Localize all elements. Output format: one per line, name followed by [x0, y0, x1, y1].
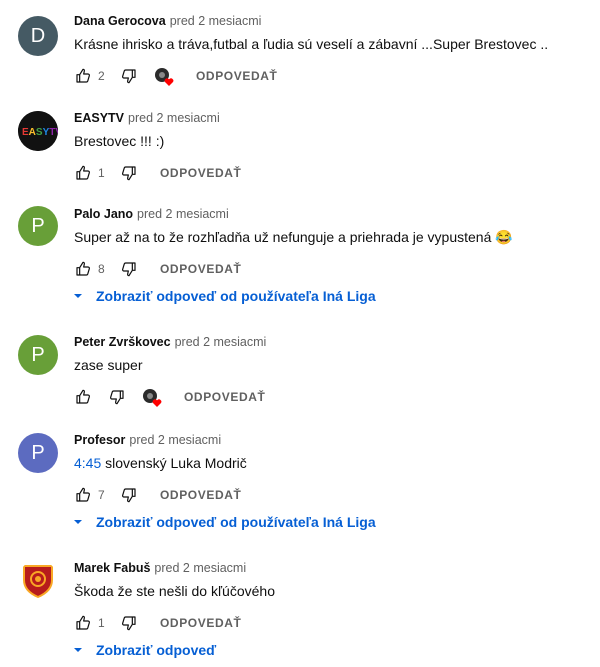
thumb-down-icon[interactable] — [120, 260, 138, 278]
thumb-down-icon[interactable] — [108, 388, 126, 406]
comment-header: Palo Jano pred 2 mesiacmi — [74, 207, 229, 221]
avatar[interactable]: D — [18, 16, 58, 56]
view-replies-label: Zobraziť odpoveď od používateľa Iná Liga — [96, 514, 376, 530]
view-replies-label: Zobraziť odpoveď od používateľa Iná Liga — [96, 288, 376, 304]
thumb-up-icon[interactable] — [74, 260, 92, 278]
comment-time[interactable]: pred 2 mesiacmi — [129, 433, 221, 447]
comment-text: Škoda že ste nešli do kľúčového — [74, 583, 275, 599]
comment-toolbar: ODPOVEDAŤ — [74, 387, 265, 407]
comment-toolbar: 2 ODPOVEDAŤ — [74, 66, 277, 86]
comment-text: Brestovec !!! :) — [74, 133, 165, 149]
comment-text: Krásne ihrisko a tráva,futbal a ľudia sú… — [74, 36, 549, 52]
avatar-letter: P — [31, 214, 45, 237]
author-name[interactable]: Dana Gerocova — [74, 14, 166, 28]
thumb-up-icon[interactable] — [74, 67, 92, 85]
avatar-letter: P — [31, 441, 45, 464]
thumb-up-icon[interactable] — [74, 486, 92, 504]
author-name[interactable]: Profesor — [74, 433, 125, 447]
author-name[interactable]: Peter Zvrškovec — [74, 335, 171, 349]
comment-header: Profesor pred 2 mesiacmi — [74, 433, 221, 447]
comment-toolbar: 8 ODPOVEDAŤ — [74, 259, 241, 279]
avatar[interactable]: P — [18, 433, 58, 473]
chevron-down-icon — [74, 294, 82, 298]
thumb-up-icon[interactable] — [74, 388, 92, 406]
comment-header: EASYTV pred 2 mesiacmi — [74, 111, 220, 125]
like-count: 1 — [98, 616, 105, 630]
like-count: 2 — [98, 69, 105, 83]
avatar[interactable] — [18, 560, 58, 600]
avatar[interactable]: P — [18, 206, 58, 246]
like-count: 8 — [98, 262, 105, 276]
view-replies-label: Zobraziť odpoveď — [96, 642, 217, 658]
reply-button[interactable]: ODPOVEDAŤ — [160, 166, 241, 180]
comment-text-rest: slovenský Luka Modrič — [101, 455, 247, 471]
reply-button[interactable]: ODPOVEDAŤ — [160, 488, 241, 502]
easytv-logo: EASYTV — [18, 111, 58, 151]
comment-header: Marek Fabuš pred 2 mesiacmi — [74, 561, 246, 575]
thumb-down-icon[interactable] — [120, 486, 138, 504]
reply-button[interactable]: ODPOVEDAŤ — [196, 69, 277, 83]
view-replies-button[interactable]: Zobraziť odpoveď od používateľa Iná Liga — [72, 288, 376, 304]
reply-button[interactable]: ODPOVEDAŤ — [160, 262, 241, 276]
thumb-down-icon[interactable] — [120, 67, 138, 85]
thumb-up-icon[interactable] — [74, 164, 92, 182]
timestamp-link[interactable]: 4:45 — [74, 455, 101, 471]
comment-time[interactable]: pred 2 mesiacmi — [170, 14, 262, 28]
avatar-letter: P — [31, 343, 45, 366]
avatar[interactable]: EASYTV — [18, 111, 58, 151]
author-name[interactable]: Palo Jano — [74, 207, 133, 221]
reply-button[interactable]: ODPOVEDAŤ — [184, 390, 265, 404]
like-count: 7 — [98, 488, 105, 502]
chevron-down-icon — [74, 520, 82, 524]
creator-heart-icon — [154, 67, 174, 86]
comment-header: Peter Zvrškovec pred 2 mesiacmi — [74, 335, 266, 349]
comment-text: Super až na to že rozhľadňa už nefunguje… — [74, 229, 513, 245]
comment-header: Dana Gerocova pred 2 mesiacmi — [74, 14, 261, 28]
comment-time[interactable]: pred 2 mesiacmi — [154, 561, 246, 575]
author-name[interactable]: Marek Fabuš — [74, 561, 150, 575]
svg-text:EASYTV: EASYTV — [22, 127, 58, 138]
comment-time[interactable]: pred 2 mesiacmi — [137, 207, 229, 221]
thumb-down-icon[interactable] — [120, 164, 138, 182]
thumb-up-icon[interactable] — [74, 614, 92, 632]
club-crest-icon — [23, 565, 53, 598]
view-replies-button[interactable]: Zobraziť odpoveď od používateľa Iná Liga — [72, 514, 376, 530]
comment-toolbar: 1 ODPOVEDAŤ — [74, 163, 241, 183]
reply-button[interactable]: ODPOVEDAŤ — [160, 616, 241, 630]
avatar-letter: D — [30, 24, 46, 47]
comment-toolbar: 7 ODPOVEDAŤ — [74, 485, 241, 505]
comment-toolbar: 1 ODPOVEDAŤ — [74, 613, 241, 633]
comment-time[interactable]: pred 2 mesiacmi — [175, 335, 267, 349]
view-replies-button[interactable]: Zobraziť odpoveď — [72, 642, 216, 658]
thumb-down-icon[interactable] — [120, 614, 138, 632]
like-count: 1 — [98, 166, 105, 180]
comment-text: zase super — [74, 357, 143, 373]
chevron-down-icon — [74, 648, 82, 652]
avatar[interactable]: P — [18, 335, 58, 375]
author-name[interactable]: EASYTV — [74, 111, 124, 125]
creator-heart-icon — [142, 388, 162, 407]
comment-time[interactable]: pred 2 mesiacmi — [128, 111, 220, 125]
comment-text: 4:45 slovenský Luka Modrič — [74, 455, 247, 471]
